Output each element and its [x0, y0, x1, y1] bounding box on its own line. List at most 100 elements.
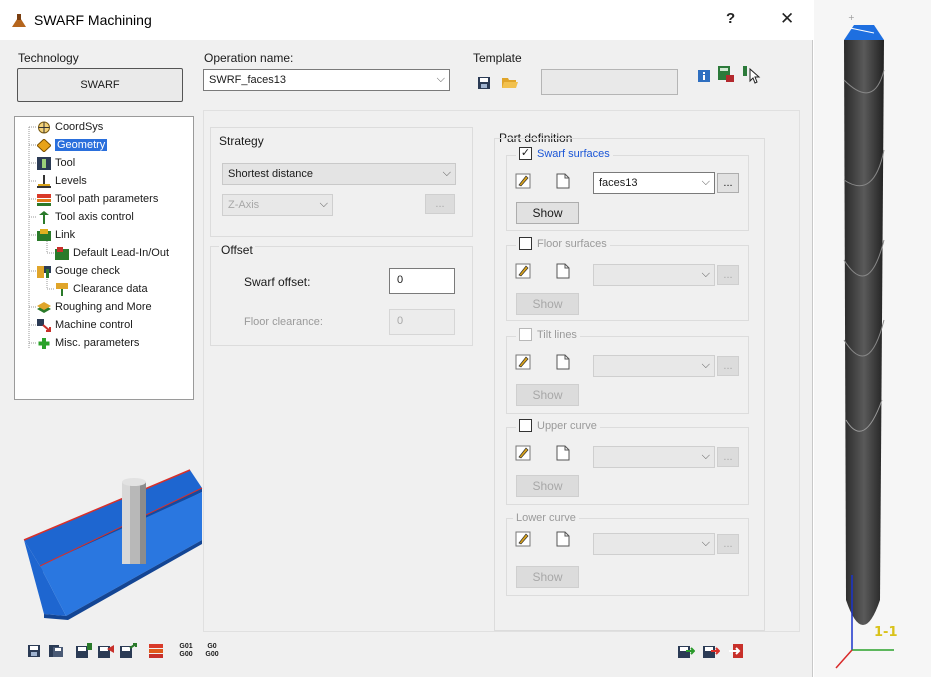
help-button[interactable]: ?	[726, 10, 735, 27]
swarf-surfaces-combo[interactable]: faces13 ⌵	[593, 172, 715, 194]
tree-item-levels[interactable]: Levels	[37, 173, 87, 189]
axis-combo[interactable]: Z-Axis ⌵	[222, 194, 333, 216]
swarf-more-button[interactable]: ...	[717, 173, 739, 193]
upper-more-button[interactable]: ...	[717, 447, 739, 467]
tree-item-geometry[interactable]: Geometry	[37, 137, 108, 153]
tree-item-label: Tool axis control	[55, 211, 134, 223]
operation-name-combo[interactable]: SWRF_faces13 ⌵	[203, 69, 450, 91]
g00-icon[interactable]: G0 G00	[200, 641, 224, 661]
swarf-offset-label: Swarf offset:	[244, 275, 311, 289]
tilt-more-label: ...	[723, 360, 733, 372]
swarf-show-button[interactable]: Show	[516, 202, 579, 224]
calculator-icon[interactable]	[716, 64, 736, 84]
toolpath-layers-icon[interactable]	[146, 641, 166, 661]
swarf-pick-pencil-icon[interactable]	[513, 171, 533, 191]
upper-show-button[interactable]: Show	[516, 475, 579, 497]
tree-item-link[interactable]: Link	[37, 227, 75, 243]
toolpath-icon	[37, 193, 51, 206]
floor-clear-page-icon[interactable]	[553, 261, 573, 281]
close-button[interactable]: ✕	[780, 9, 794, 29]
strategy-more-button[interactable]: ...	[425, 194, 455, 214]
window-title: SWARF Machining	[34, 12, 152, 28]
tree-item-misc-parameters[interactable]: Misc. parameters	[37, 335, 139, 351]
tree-item-label: CoordSys	[55, 121, 104, 133]
tilt-more-button[interactable]: ...	[717, 356, 739, 376]
swarf-preview-image	[23, 469, 203, 620]
tree-item-tool-axis-control[interactable]: Tool axis control	[37, 209, 134, 225]
swarf-surfaces-checkbox[interactable]: ✓	[519, 147, 532, 160]
chevron-down-icon: ⌵	[436, 73, 445, 85]
tree-item-roughing-and-more[interactable]: Roughing and More	[37, 299, 152, 315]
tree-item-tool-path-parameters[interactable]: Tool path parameters	[37, 191, 158, 207]
tilt-lines-checkbox[interactable]	[519, 328, 532, 341]
save-and-exit-icon[interactable]	[96, 641, 116, 661]
lower-clear-page-icon[interactable]	[553, 529, 573, 549]
strategy-value: Shortest distance	[228, 168, 313, 180]
lower-curve-combo[interactable]: ⌵	[593, 533, 715, 555]
g00-top-label: G0	[207, 643, 217, 650]
info-icon[interactable]	[694, 66, 714, 86]
cad-viewport[interactable]: + 1-1	[814, 0, 931, 677]
lower-more-button[interactable]: ...	[717, 534, 739, 554]
tree-item-label: Levels	[55, 175, 87, 187]
strategy-combo[interactable]: Shortest distance ⌵	[222, 163, 456, 185]
technology-button[interactable]: SWARF	[17, 68, 183, 102]
save-as-icon[interactable]	[46, 641, 66, 661]
tree-item-machine-control[interactable]: Machine control	[37, 317, 133, 333]
lower-pick-pencil-icon[interactable]	[513, 529, 533, 549]
export-green-icon[interactable]	[676, 641, 696, 661]
template-open-folder-icon[interactable]	[500, 72, 520, 92]
save-and-close-icon[interactable]	[118, 641, 138, 661]
tilt-lines-combo[interactable]: ⌵	[593, 355, 715, 377]
tilt-pick-pencil-icon[interactable]	[513, 352, 533, 372]
tree-item-clearance-data[interactable]: Clearance data	[55, 281, 148, 297]
upper-show-label: Show	[532, 479, 563, 493]
pick-cursor-icon[interactable]	[741, 64, 761, 84]
tool-axis-icon	[39, 210, 49, 224]
tree-item-default-lead-in-out[interactable]: Default Lead-In/Out	[55, 245, 169, 261]
tool-icon	[37, 156, 51, 170]
floor-show-button[interactable]: Show	[516, 293, 579, 315]
floor-more-label: ...	[723, 269, 733, 281]
upper-clear-page-icon[interactable]	[553, 443, 573, 463]
tree-item-label: Tool	[55, 157, 76, 169]
tree-item-label: Roughing and More	[55, 301, 152, 313]
tree-item-coordsys[interactable]: CoordSys	[37, 119, 103, 135]
swarf-clear-page-icon[interactable]	[553, 171, 573, 191]
strategy-label: Strategy	[219, 134, 264, 148]
swarf-surfaces-header: ✓ Swarf surfaces	[516, 147, 613, 160]
tilt-lines-header: Tilt lines	[516, 328, 580, 341]
app-icon	[12, 14, 26, 27]
floor-pick-pencil-icon[interactable]	[513, 261, 533, 281]
tilt-show-button[interactable]: Show	[516, 384, 579, 406]
technology-button-label: SWARF	[80, 79, 120, 91]
misc-params-icon	[38, 337, 50, 349]
exit-icon[interactable]	[726, 641, 746, 661]
floor-surfaces-combo[interactable]: ⌵	[593, 264, 715, 286]
lower-show-button[interactable]: Show	[516, 566, 579, 588]
floor-more-button[interactable]: ...	[717, 265, 739, 285]
save-icon[interactable]	[24, 641, 44, 661]
tree-item-label: Default Lead-In/Out	[73, 247, 170, 259]
export-red-icon[interactable]	[701, 641, 721, 661]
save-and-calc-icon[interactable]	[74, 641, 94, 661]
tilt-clear-page-icon[interactable]	[553, 352, 573, 372]
upper-pick-pencil-icon[interactable]	[513, 443, 533, 463]
technology-label: Technology	[18, 51, 79, 65]
g01-icon[interactable]: G01 G00	[174, 641, 198, 661]
upper-curve-combo[interactable]: ⌵	[593, 446, 715, 468]
floor-surfaces-checkbox[interactable]	[519, 237, 532, 250]
g00-bottom-label: G00	[205, 651, 219, 658]
swarf-offset-input[interactable]: 0	[389, 268, 455, 294]
tree-item-tool[interactable]: Tool	[37, 155, 75, 171]
floor-clearance-input[interactable]: 0	[389, 309, 455, 335]
tree-item-gouge-check[interactable]: Gouge check	[37, 263, 120, 279]
upper-curve-checkbox[interactable]	[519, 419, 532, 432]
template-save-icon[interactable]	[474, 73, 494, 93]
tree-item-label: Tool path parameters	[55, 193, 159, 205]
operation-name-label: Operation name:	[204, 51, 294, 65]
tree-item-label: Gouge check	[55, 265, 120, 277]
template-field[interactable]	[541, 69, 678, 95]
chevron-down-icon: ⌵	[701, 537, 710, 549]
strategy-more-label: ...	[435, 198, 445, 210]
